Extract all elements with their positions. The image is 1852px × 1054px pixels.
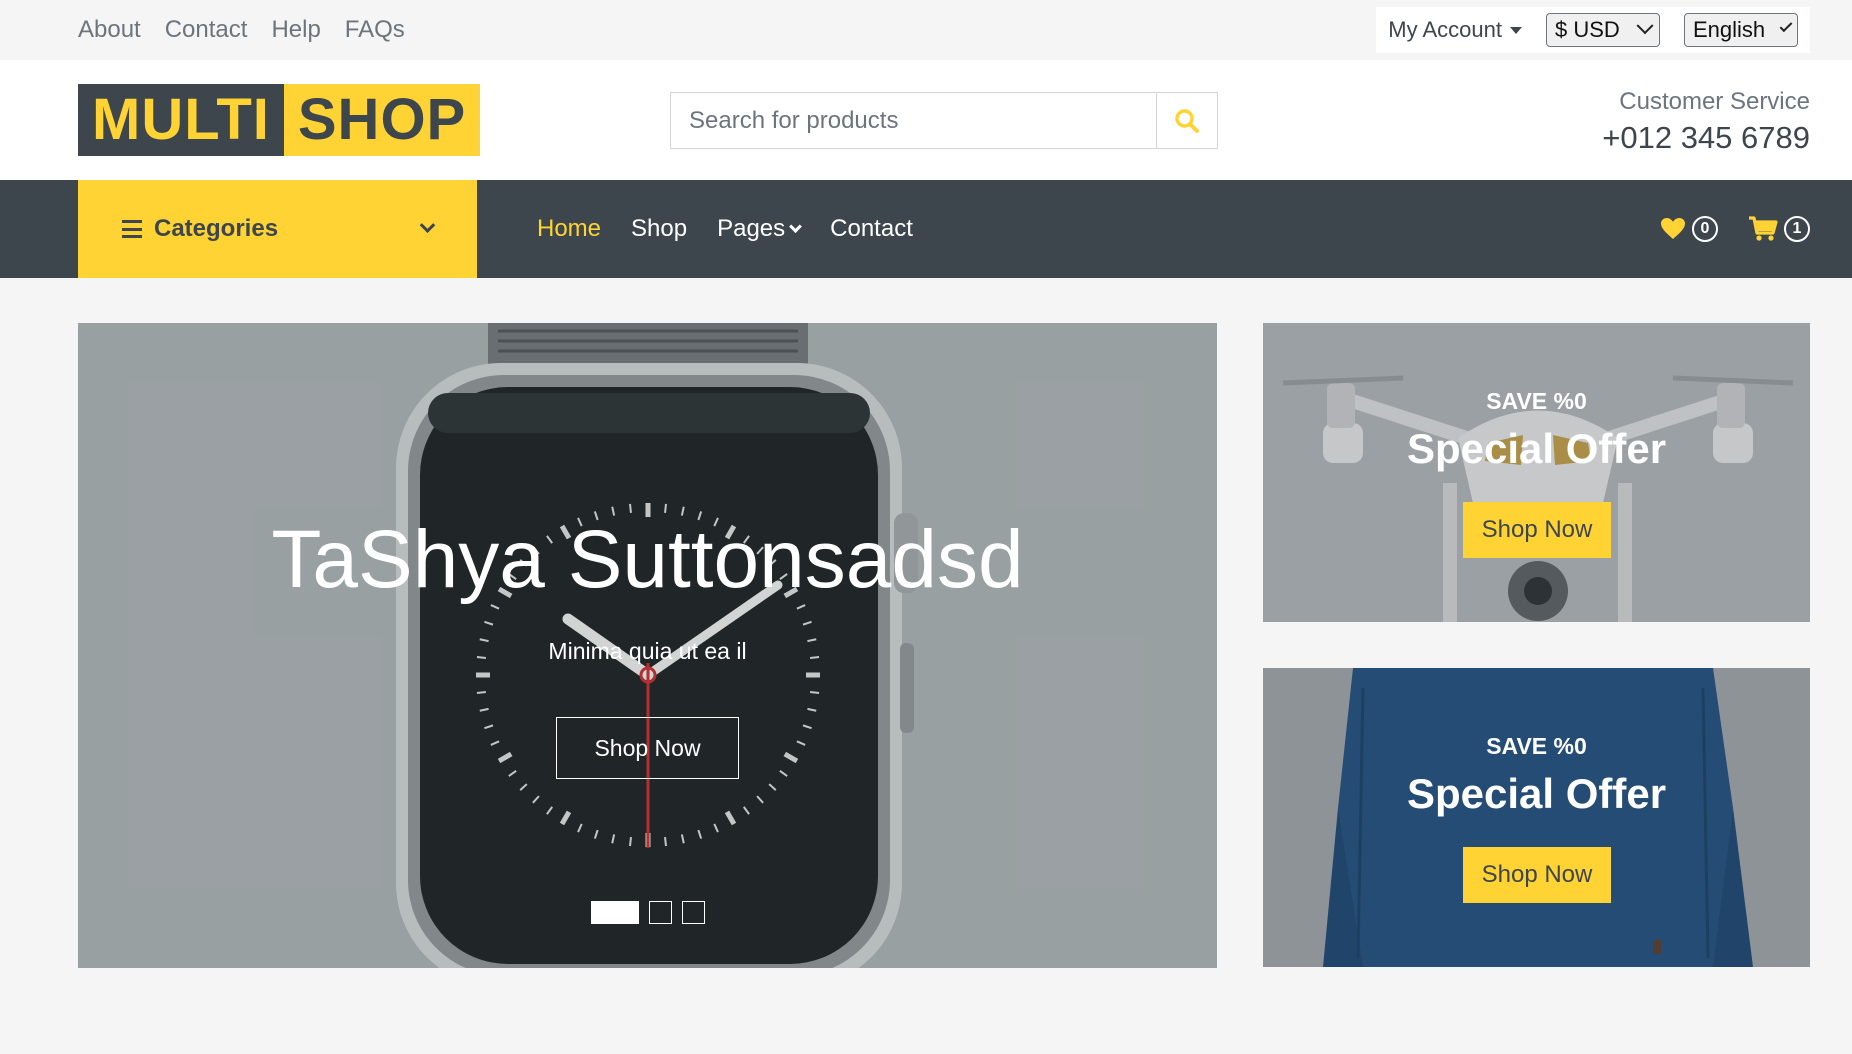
- nav-link-pages-label: Pages: [717, 215, 786, 242]
- language-value: English: [1693, 17, 1766, 42]
- offer-shop-now-button[interactable]: Shop Now: [1463, 847, 1611, 903]
- hero-shop-now-button[interactable]: Shop Now: [556, 717, 739, 779]
- offer-save-text: SAVE %0: [1486, 733, 1587, 759]
- nav-link-pages[interactable]: Pages: [717, 215, 803, 243]
- wishlist-button[interactable]: 0: [1660, 216, 1718, 242]
- nav-link-home[interactable]: Home: [537, 215, 601, 243]
- offer-title: Special Offer: [1406, 425, 1667, 472]
- search-button[interactable]: [1156, 93, 1217, 148]
- offer-shop-now-button[interactable]: Shop Now: [1463, 502, 1611, 558]
- special-offer-card-2[interactable]: SAVE %0 Special Offer Shop Now: [1263, 668, 1810, 967]
- wishlist-count-badge: 0: [1692, 216, 1718, 242]
- carousel-indicator-2[interactable]: [649, 901, 672, 924]
- nav-links: Home Shop Pages Contact: [537, 180, 913, 278]
- chevron-down-icon: [419, 216, 436, 233]
- nav-link-contact[interactable]: Contact: [830, 215, 913, 243]
- offer-title: Special Offer: [1406, 770, 1667, 817]
- site-header: MULTI SHOP Customer Service +012 345 678…: [0, 60, 1852, 180]
- main-navbar: Categories Home Shop Pages Contact 0 1: [0, 180, 1852, 278]
- my-account-dropdown[interactable]: My Account: [1388, 17, 1522, 43]
- search-form: [670, 92, 1218, 149]
- chevron-down-icon: [1779, 19, 1793, 33]
- currency-select[interactable]: $ USD: [1546, 13, 1660, 47]
- hero-subtitle: Minima quia ut ea il: [548, 638, 747, 664]
- menu-bars-icon: [122, 220, 142, 238]
- nav-link-home-label: Home: [537, 215, 602, 242]
- logo-part-shop: SHOP: [283, 84, 481, 156]
- language-select[interactable]: English: [1684, 13, 1798, 47]
- my-account-label: My Account: [1388, 17, 1502, 42]
- nav-link-shop[interactable]: Shop: [631, 215, 687, 243]
- customer-service-label: Customer Service: [1619, 88, 1810, 115]
- categories-label: Categories: [154, 215, 279, 242]
- carousel-indicators: [591, 901, 705, 924]
- caret-down-icon: [1510, 26, 1522, 34]
- search-icon: [1175, 108, 1199, 133]
- currency-value: $ USD: [1555, 17, 1620, 42]
- account-controls: My Account $ USD English: [1376, 7, 1810, 53]
- top-link-contact[interactable]: Contact: [165, 16, 248, 44]
- carousel-indicator-3[interactable]: [682, 901, 705, 924]
- top-link-about[interactable]: About: [78, 16, 141, 44]
- hero-carousel[interactable]: TaShya Suttonsadsd Minima quia ut ea il …: [78, 323, 1217, 968]
- top-bar: About Contact Help FAQs My Account $ USD…: [0, 0, 1852, 60]
- heart-icon: [1661, 218, 1685, 239]
- cart-count-badge: 1: [1784, 216, 1810, 242]
- cart-button[interactable]: 1: [1748, 216, 1810, 242]
- chevron-down-icon: [789, 219, 803, 233]
- site-logo[interactable]: MULTI SHOP: [78, 84, 481, 156]
- top-link-help[interactable]: Help: [271, 16, 320, 44]
- customer-service-phone: +012 345 6789: [1602, 120, 1810, 155]
- nav-link-shop-label: Shop: [631, 215, 688, 242]
- top-link-faqs[interactable]: FAQs: [345, 16, 405, 44]
- chevron-down-icon: [1636, 17, 1654, 35]
- customer-service: Customer Service +012 345 6789: [1602, 88, 1810, 156]
- logo-part-multi: MULTI: [78, 84, 284, 156]
- search-input[interactable]: [671, 93, 1156, 148]
- special-offer-card-1[interactable]: SAVE %0 Special Offer Shop Now: [1263, 323, 1810, 622]
- hero-title: TaShya Suttonsadsd: [271, 514, 1024, 605]
- top-links: About Contact Help FAQs: [78, 0, 405, 60]
- nav-icons: 0 1: [1660, 180, 1810, 278]
- shopping-cart-icon: [1749, 216, 1778, 241]
- offer-save-text: SAVE %0: [1486, 388, 1587, 414]
- categories-toggle[interactable]: Categories: [78, 180, 477, 278]
- carousel-indicator-1[interactable]: [591, 901, 639, 924]
- nav-link-contact-label: Contact: [830, 215, 913, 242]
